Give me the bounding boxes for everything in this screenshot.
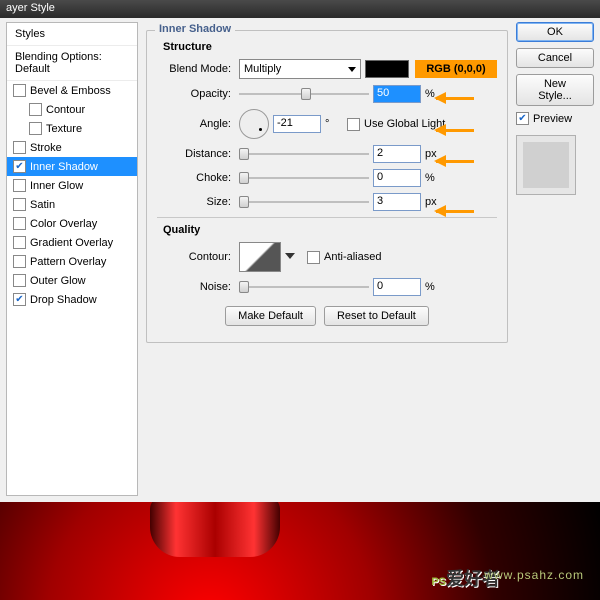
sidebar-item[interactable]: Texture — [7, 119, 137, 138]
style-label: Gradient Overlay — [30, 237, 113, 249]
color-swatch[interactable] — [365, 60, 409, 78]
sidebar-item[interactable]: Drop Shadow — [7, 290, 137, 309]
style-checkbox[interactable] — [13, 198, 26, 211]
background-art — [0, 502, 600, 600]
structure-label: Structure — [163, 41, 497, 53]
chevron-down-icon — [348, 67, 356, 72]
use-global-light-checkbox[interactable] — [347, 118, 360, 131]
angle-field[interactable]: -21 — [273, 115, 321, 133]
style-checkbox[interactable] — [29, 103, 42, 116]
sidebar-item[interactable]: Pattern Overlay — [7, 252, 137, 271]
arrow-annotation — [436, 206, 484, 216]
style-label: Color Overlay — [30, 218, 97, 230]
style-label: Satin — [30, 199, 55, 211]
preview-checkbox[interactable] — [516, 112, 529, 125]
angle-label: Angle: — [157, 118, 231, 130]
titlebar: ayer Style — [0, 0, 600, 18]
style-label: Inner Glow — [30, 180, 83, 192]
size-field[interactable]: 3 — [373, 193, 421, 211]
style-checkbox[interactable] — [13, 160, 26, 173]
new-style-button[interactable]: New Style... — [516, 74, 594, 106]
arrow-annotation — [436, 125, 484, 135]
opacity-field[interactable]: 50 — [373, 85, 421, 103]
opacity-slider[interactable] — [239, 87, 369, 101]
style-label: Pattern Overlay — [30, 256, 106, 268]
angle-dial[interactable] — [239, 109, 269, 139]
watermark-url: www.psahz.com — [484, 568, 584, 582]
choke-field[interactable]: 0 — [373, 169, 421, 187]
degree-unit: ° — [325, 118, 343, 130]
sidebar-item[interactable]: Bevel & Emboss — [7, 81, 137, 100]
style-label: Outer Glow — [30, 275, 86, 287]
noise-label: Noise: — [157, 281, 231, 293]
make-default-button[interactable]: Make Default — [225, 306, 316, 326]
sidebar-item[interactable]: Satin — [7, 195, 137, 214]
opacity-label: Opacity: — [157, 88, 231, 100]
style-checkbox[interactable] — [13, 141, 26, 154]
contour-picker[interactable] — [239, 242, 281, 272]
style-checkbox[interactable] — [13, 274, 26, 287]
style-checkbox[interactable] — [13, 217, 26, 230]
style-label: Bevel & Emboss — [30, 85, 111, 97]
blend-mode-value: Multiply — [244, 63, 281, 75]
sidebar-item[interactable]: Gradient Overlay — [7, 233, 137, 252]
contour-label: Contour: — [157, 251, 231, 263]
style-label: Stroke — [30, 142, 62, 154]
preview-box — [516, 135, 576, 195]
cancel-button[interactable]: Cancel — [516, 48, 594, 68]
dialog-buttons: OK Cancel New Style... Preview — [516, 22, 594, 496]
style-label: Inner Shadow — [30, 161, 98, 173]
percent-unit: % — [425, 172, 443, 184]
style-checkbox[interactable] — [13, 84, 26, 97]
style-checkbox[interactable] — [13, 179, 26, 192]
style-checkbox[interactable] — [13, 236, 26, 249]
effect-panel: Inner Shadow Structure Blend Mode: Multi… — [146, 22, 508, 496]
blend-mode-dropdown[interactable]: Multiply — [239, 59, 361, 79]
panel-title: Inner Shadow — [155, 23, 235, 35]
arrow-annotation — [436, 93, 484, 103]
chevron-down-icon — [285, 253, 295, 259]
distance-label: Distance: — [157, 148, 231, 160]
sidebar-item[interactable]: Inner Glow — [7, 176, 137, 195]
sidebar-item[interactable]: Stroke — [7, 138, 137, 157]
percent-unit: % — [425, 281, 443, 293]
sidebar-item[interactable]: Contour — [7, 100, 137, 119]
anti-aliased-label: Anti-aliased — [324, 251, 381, 263]
sidebar-item[interactable]: Inner Shadow — [7, 157, 137, 176]
reset-default-button[interactable]: Reset to Default — [324, 306, 429, 326]
sidebar-item[interactable]: Color Overlay — [7, 214, 137, 233]
noise-field[interactable]: 0 — [373, 278, 421, 296]
blending-options[interactable]: Blending Options: Default — [7, 46, 137, 81]
rgb-annotation: RGB (0,0,0) — [415, 60, 497, 78]
style-label: Texture — [46, 123, 82, 135]
ok-button[interactable]: OK — [516, 22, 594, 42]
preview-label: Preview — [533, 113, 572, 125]
distance-slider[interactable] — [239, 147, 369, 161]
quality-label: Quality — [163, 224, 497, 236]
style-label: Drop Shadow — [30, 294, 97, 306]
size-label: Size: — [157, 196, 231, 208]
choke-slider[interactable] — [239, 171, 369, 185]
noise-slider[interactable] — [239, 280, 369, 294]
anti-aliased-checkbox[interactable] — [307, 251, 320, 264]
choke-label: Choke: — [157, 172, 231, 184]
style-checkbox[interactable] — [29, 122, 42, 135]
arrow-annotation — [436, 156, 484, 166]
distance-field[interactable]: 2 — [373, 145, 421, 163]
blend-mode-label: Blend Mode: — [157, 63, 231, 75]
style-checkbox[interactable] — [13, 255, 26, 268]
styles-header[interactable]: Styles — [7, 23, 137, 46]
style-label: Contour — [46, 104, 85, 116]
size-slider[interactable] — [239, 195, 369, 209]
sidebar-item[interactable]: Outer Glow — [7, 271, 137, 290]
styles-list: Styles Blending Options: Default Bevel &… — [6, 22, 138, 496]
layer-style-dialog: ayer Style Styles Blending Options: Defa… — [0, 0, 600, 502]
style-checkbox[interactable] — [13, 293, 26, 306]
